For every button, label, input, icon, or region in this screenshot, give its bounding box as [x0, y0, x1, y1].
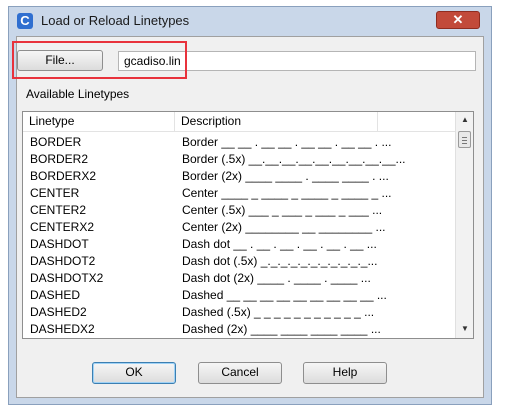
table-row[interactable]: DASHED2 Dashed (.5x) _ _ _ _ _ _ _ _ _ _ …: [23, 304, 455, 321]
linetype-description: Dash dot __ . __ . __ . __ . __ . __ ...: [182, 237, 377, 251]
table-row[interactable]: DASHED Dashed __ __ __ __ __ __ __ __ __ …: [23, 287, 455, 304]
dialog-title: Load or Reload Linetypes: [41, 13, 190, 28]
vertical-scrollbar[interactable]: ▲ ▼: [455, 112, 473, 338]
highlight-box: [12, 41, 187, 79]
linetype-description: Center ____ _ ____ _ ____ _ ____ _ ...: [182, 186, 392, 200]
linetype-list[interactable]: Linetype Description BORDER Border __ __ …: [22, 111, 474, 339]
app-icon: C: [17, 13, 33, 29]
table-row[interactable]: DASHEDX2 Dashed (2x) ____ ____ ____ ____ …: [23, 321, 455, 338]
list-rows: BORDER Border __ __ . __ __ . __ __ . __ …: [23, 134, 455, 338]
linetype-description: Dash dot (2x) ____ . ____ . ____ ...: [182, 271, 371, 285]
linetype-name: BORDER2: [30, 152, 89, 166]
help-button[interactable]: Help: [303, 362, 387, 384]
table-row[interactable]: BORDERX2 Border (2x) ____ ____ . ____ ___…: [23, 168, 455, 185]
linetype-name: DASHDOTX2: [30, 271, 104, 285]
linetype-name: BORDERX2: [30, 169, 97, 183]
table-row[interactable]: DASHDOT Dash dot __ . __ . __ . __ . __ .…: [23, 236, 455, 253]
linetype-name: CENTERX2: [30, 220, 95, 234]
linetype-name: CENTER: [30, 186, 80, 200]
linetype-description: Border __ __ . __ __ . __ __ . __ __ . .…: [182, 135, 392, 149]
linetype-name: DASHDOT: [30, 237, 89, 251]
linetype-description: Dashed (2x) ____ ____ ____ ____ ...: [182, 322, 381, 336]
linetype-name: CENTER2: [30, 203, 87, 217]
table-row[interactable]: DASHDOT2 Dash dot (.5x) _._._._._._._._._…: [23, 253, 455, 270]
list-header: Linetype Description: [23, 112, 455, 132]
linetype-name: BORDER: [30, 135, 82, 149]
linetype-description: Center (2x) ________ __ ________ ...: [182, 220, 386, 234]
close-button[interactable]: ✕: [436, 11, 480, 29]
grip-line: [462, 140, 467, 141]
title-bar[interactable]: C Load or Reload Linetypes ✕: [9, 7, 491, 35]
column-header-linetype[interactable]: Linetype: [23, 112, 175, 131]
scroll-down-arrow-icon[interactable]: ▼: [459, 323, 471, 335]
linetype-description: Center (.5x) ___ _ ___ _ ___ _ ___ ...: [182, 203, 383, 217]
table-row[interactable]: CENTER2 Center (.5x) ___ _ ___ _ ___ _ __…: [23, 202, 455, 219]
grip-line: [462, 143, 467, 144]
table-row[interactable]: BORDER Border __ __ . __ __ . __ __ . __ …: [23, 134, 455, 151]
column-header-description[interactable]: Description: [175, 112, 378, 131]
linetype-description: Border (.5x) __.__.__.__.__.__.__.__.__.…: [182, 152, 406, 166]
grip-line: [462, 137, 467, 138]
linetype-name: DASHED: [30, 288, 81, 302]
ok-button[interactable]: OK: [92, 362, 176, 384]
linetype-description: Dashed (.5x) _ _ _ _ _ _ _ _ _ _ _ ...: [182, 305, 375, 319]
linetype-description: Dash dot (.5x) _._._._._._._._._._._...: [182, 254, 378, 268]
linetype-description: Border (2x) ____ ____ . ____ ____ . ...: [182, 169, 389, 183]
table-row[interactable]: BORDER2 Border (.5x) __.__.__.__.__.__.__…: [23, 151, 455, 168]
linetype-description: Dashed __ __ __ __ __ __ __ __ __ ...: [182, 288, 387, 302]
scroll-up-arrow-icon[interactable]: ▲: [459, 114, 471, 126]
scroll-thumb[interactable]: [458, 131, 471, 148]
cancel-button[interactable]: Cancel: [198, 362, 282, 384]
table-row[interactable]: CENTER Center ____ _ ____ _ ____ _ ____ _…: [23, 185, 455, 202]
table-row[interactable]: DASHDOTX2 Dash dot (2x) ____ . ____ . ___…: [23, 270, 455, 287]
available-linetypes-label: Available Linetypes: [26, 87, 130, 101]
linetype-name: DASHDOT2: [30, 254, 96, 268]
linetype-name: DASHEDX2: [30, 322, 95, 336]
table-row[interactable]: CENTERX2 Center (2x) ________ __ ________…: [23, 219, 455, 236]
linetype-name: DASHED2: [30, 305, 87, 319]
